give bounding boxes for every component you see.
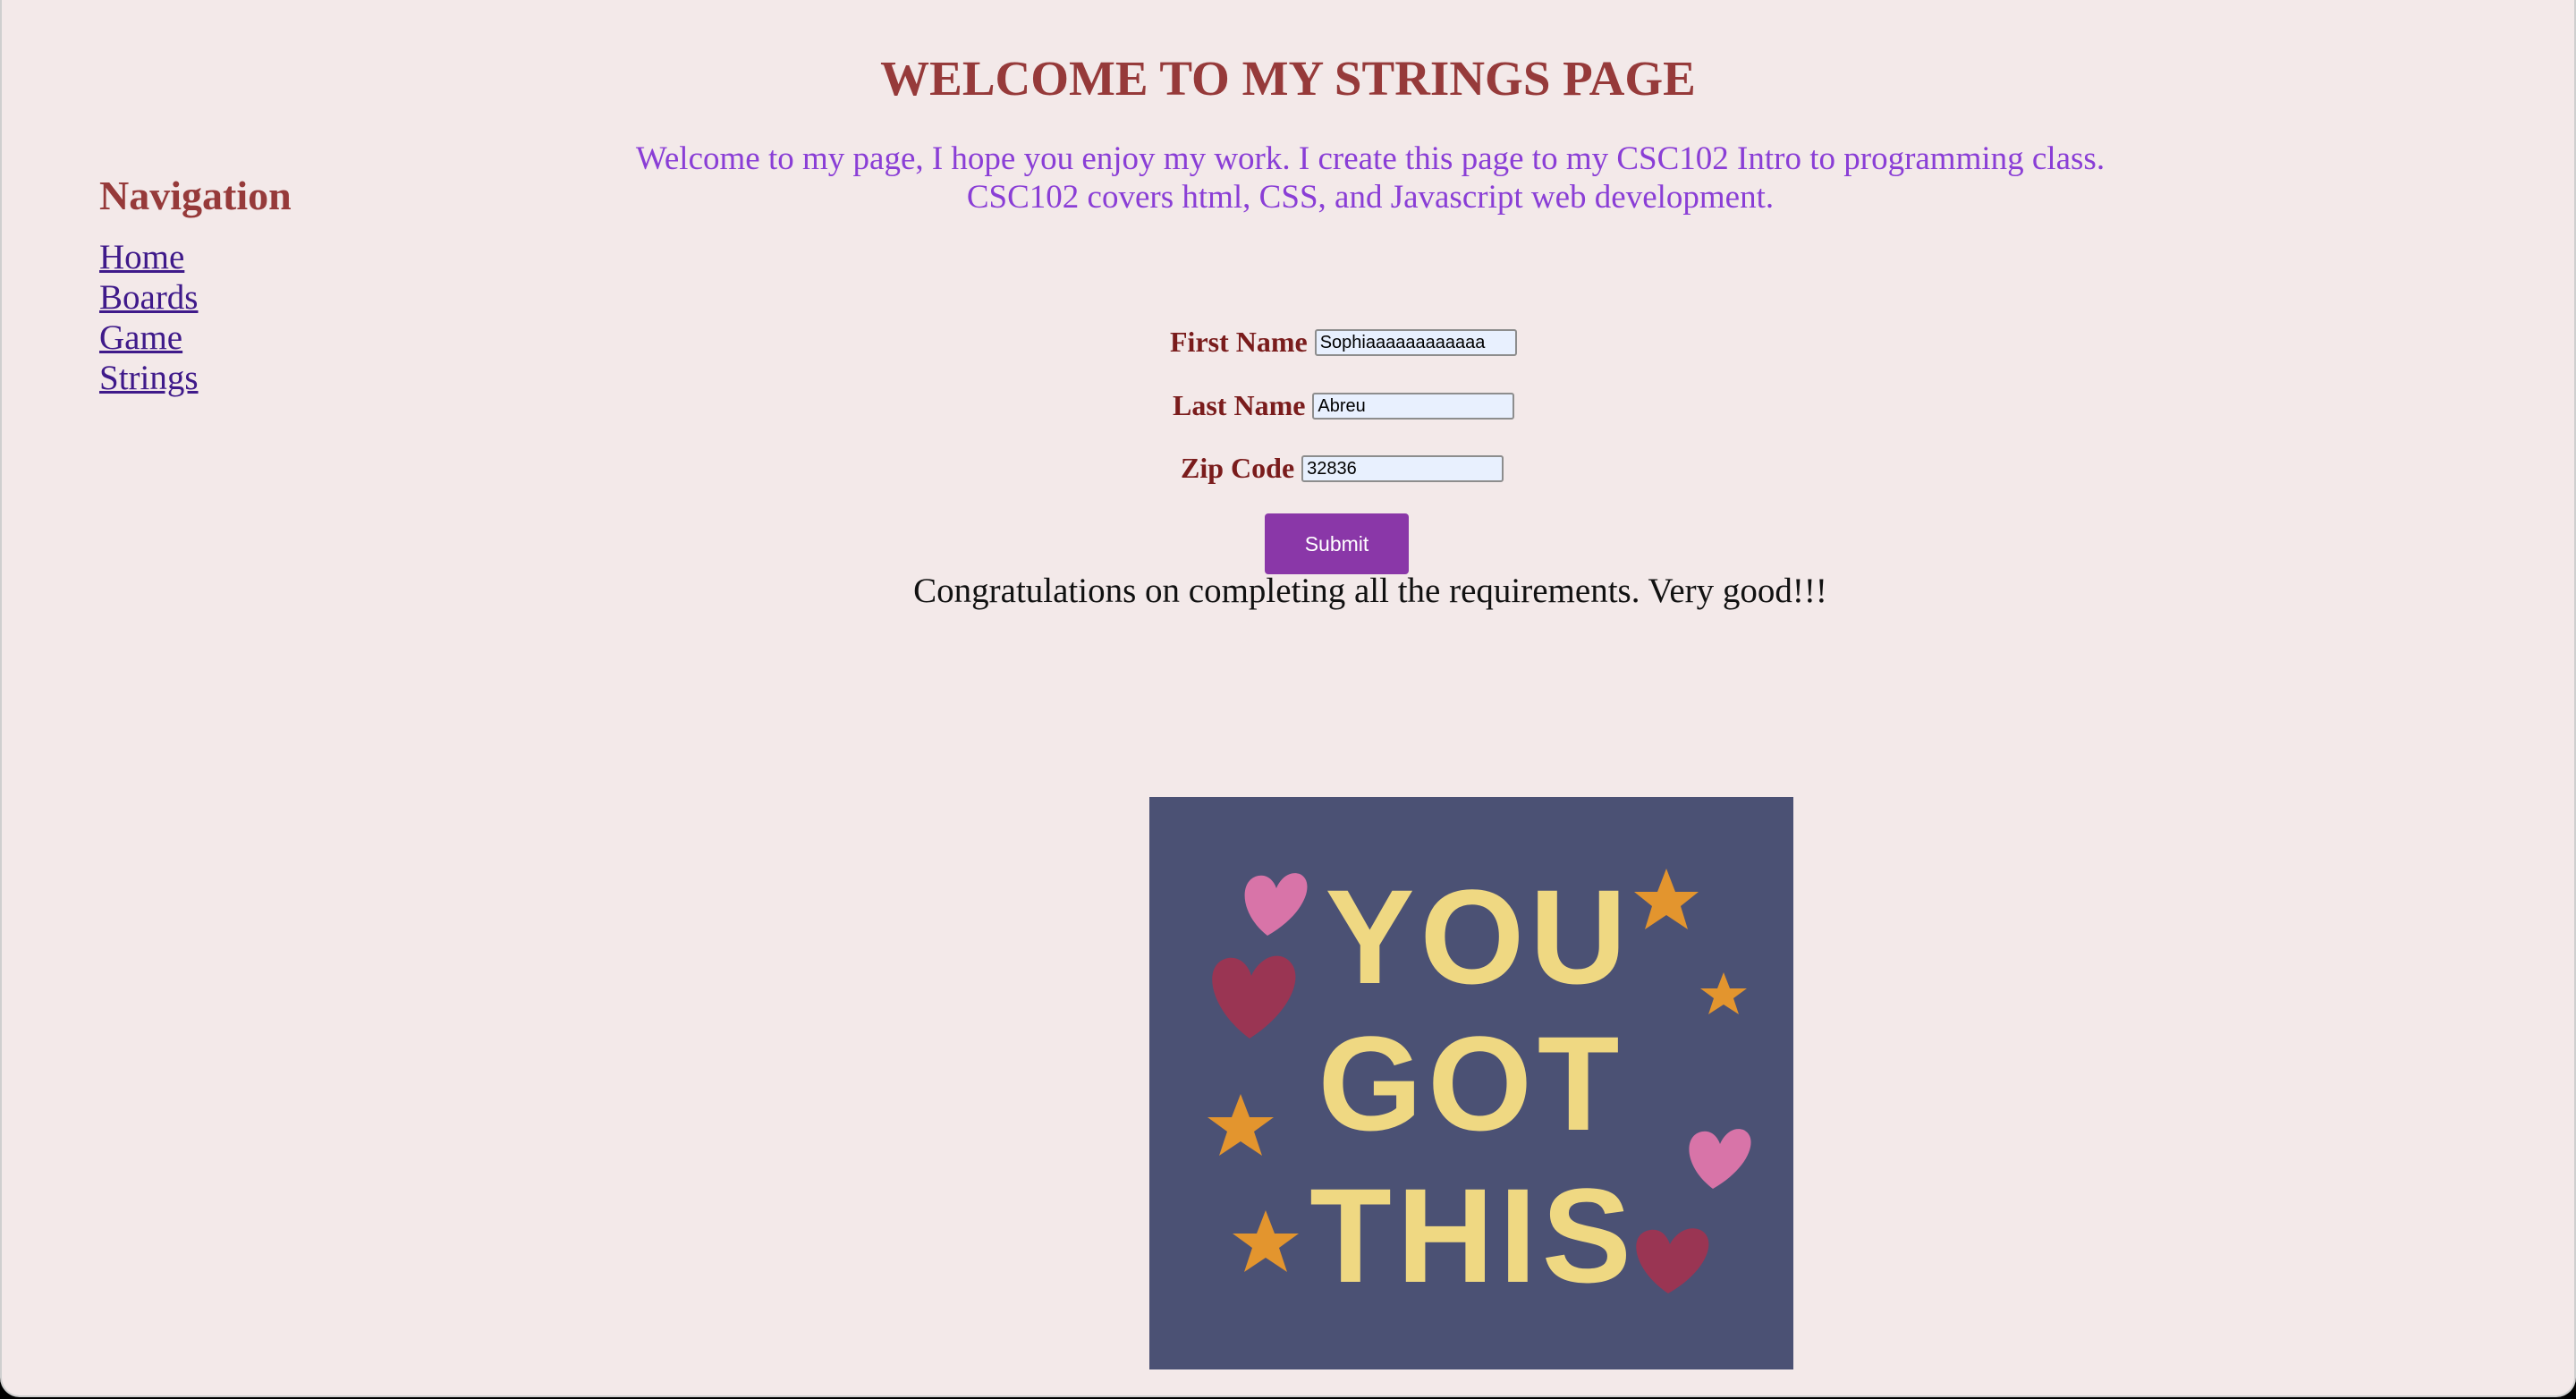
page-title: WELCOME TO MY STRINGS PAGE (880, 51, 1696, 106)
intro-line-1: Welcome to my page, I hope you enjoy my … (635, 140, 2106, 177)
nav-heading: Navigation (99, 173, 292, 218)
nav-link-boards[interactable]: Boards (99, 277, 292, 318)
star-icon (1208, 1094, 1274, 1156)
star-icon (1634, 869, 1699, 929)
nav-link-strings[interactable]: Strings (99, 358, 292, 398)
star-icon (1233, 1210, 1299, 1272)
zip-code-label: Zip Code (1181, 452, 1295, 484)
first-name-input[interactable]: Sophiaaaaaaaaaaaa (1314, 328, 1517, 356)
page: WELCOME TO MY STRINGS PAGE Welcome to my… (0, 0, 2576, 1397)
last-name-row: Last Name Abreu (1173, 389, 1515, 422)
poster-word-1: YOU (1325, 861, 1631, 1012)
you-got-this-image: YOU GOT THIS (1149, 797, 1793, 1369)
star-icon (1700, 972, 1747, 1014)
first-name-row: First Name Sophiaaaaaaaaaaaa (1170, 326, 1517, 359)
zip-code-row: Zip Code 32836 (1181, 452, 1504, 485)
congratulations-message: Congratulations on completing all the re… (913, 572, 1827, 610)
nav-link-game[interactable]: Game (99, 318, 292, 358)
heart-icon (1212, 955, 1296, 1039)
navigation: Navigation Home Boards Game Strings (99, 172, 292, 398)
heart-icon (1636, 1228, 1709, 1293)
you-got-this-illustration: YOU GOT THIS (1208, 861, 1751, 1310)
heart-icon (1244, 873, 1308, 936)
zip-code-input[interactable]: 32836 (1301, 454, 1504, 482)
nav-link-home[interactable]: Home (99, 237, 292, 277)
heart-icon (1689, 1129, 1751, 1189)
last-name-label: Last Name (1173, 389, 1306, 421)
submit-button[interactable]: Submit (1265, 513, 1409, 574)
poster-lettering: YOU GOT THIS (1309, 861, 1637, 1310)
last-name-input[interactable]: Abreu (1312, 392, 1515, 420)
poster-word-3: THIS (1309, 1160, 1637, 1310)
first-name-label: First Name (1170, 326, 1308, 358)
intro-text: Welcome to my page, I hope you enjoy my … (476, 140, 2265, 216)
intro-line-2: CSC102 covers html, CSS, and Javascript … (966, 179, 1775, 216)
poster-word-2: GOT (1318, 1008, 1625, 1158)
